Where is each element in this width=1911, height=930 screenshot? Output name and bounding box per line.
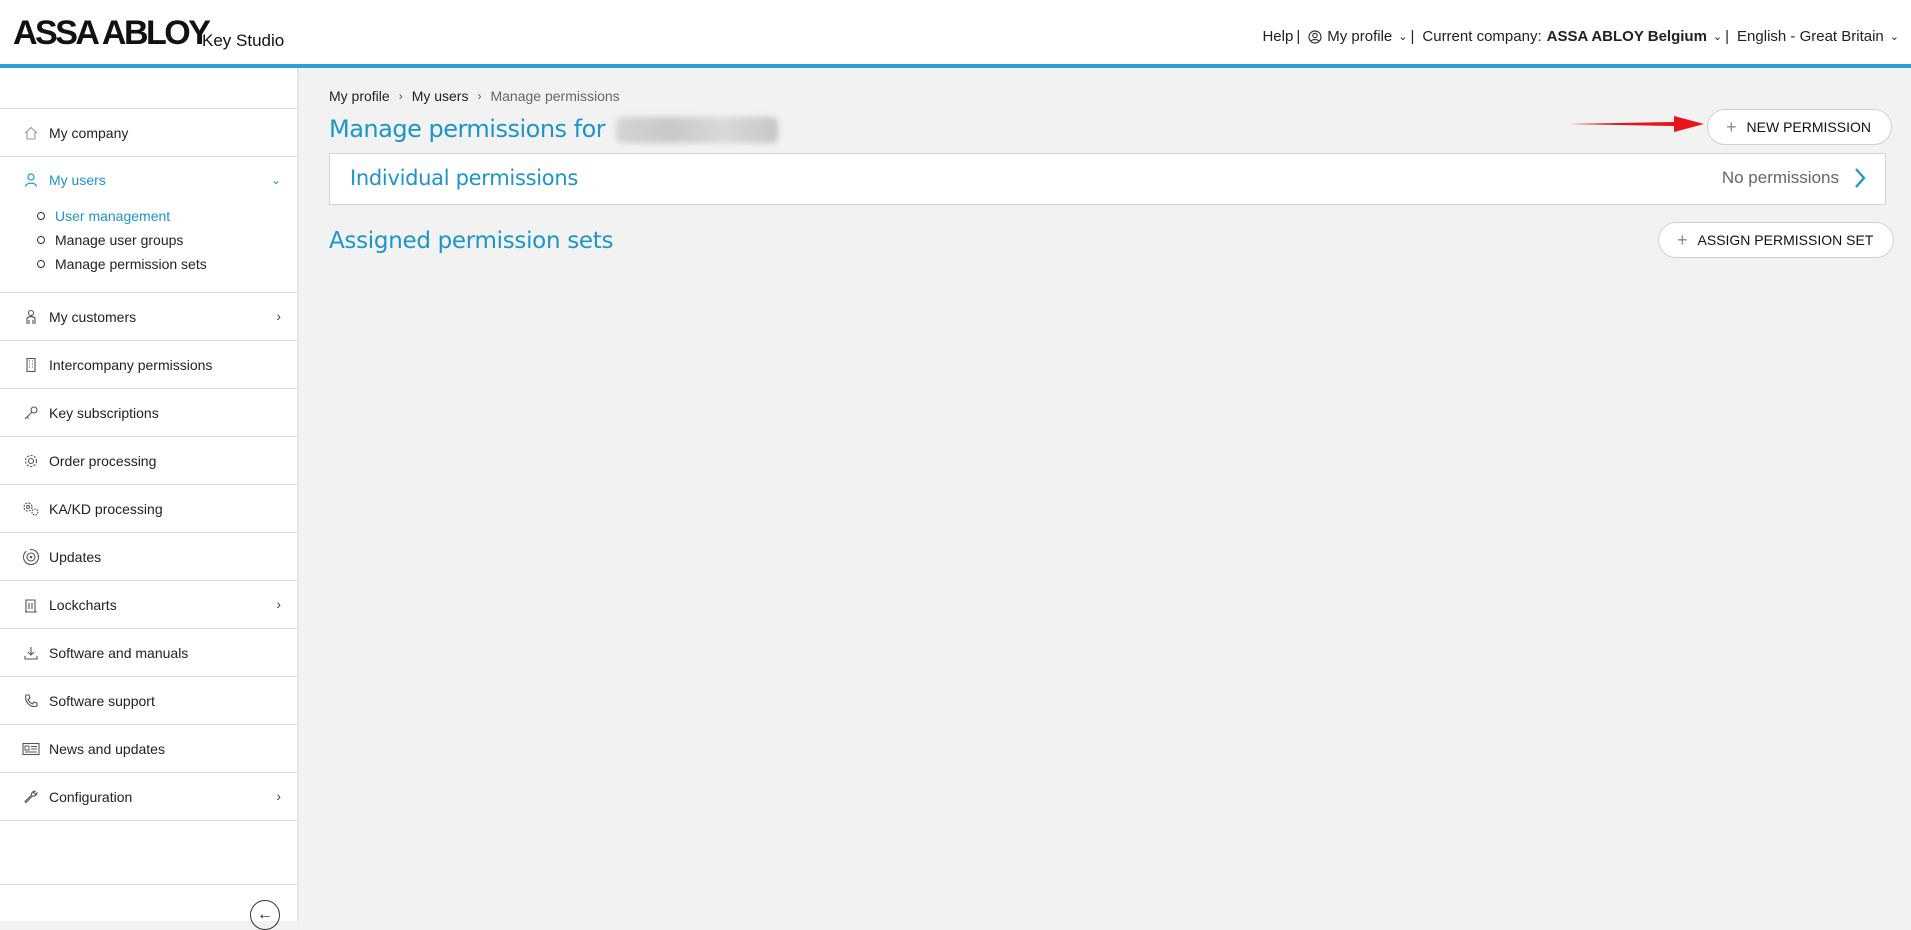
sidebar-item-key-subscriptions[interactable]: Key subscriptions	[0, 388, 297, 436]
gears-icon	[22, 500, 40, 518]
sidebar-item-label: My customers	[49, 308, 137, 325]
sidebar-item-label: News and updates	[49, 740, 165, 757]
sidebar-item-label: Intercompany permissions	[49, 356, 213, 373]
separator: |	[1296, 28, 1301, 45]
profile-circle-icon	[1308, 29, 1322, 44]
updates-icon	[22, 548, 40, 566]
sidebar-item-software-support[interactable]: Software support	[0, 676, 297, 724]
plus-icon: +	[1677, 229, 1688, 250]
arrow-left-icon: ←	[257, 906, 273, 923]
sidebar-item-news-and-updates[interactable]: News and updates	[0, 724, 297, 772]
home-icon	[22, 124, 40, 142]
sidebar: My company My users ⌄ User management Ma…	[0, 68, 299, 930]
sidebar-item-label: Order processing	[49, 452, 157, 469]
sidebar-item-label: Key subscriptions	[49, 404, 159, 421]
company-value: ASSA ABLOY Belgium	[1546, 28, 1707, 45]
top-navigation: Help | My profile ⌄ | Current company: A…	[1262, 28, 1899, 45]
assign-permission-set-label: ASSIGN PERMISSION SET	[1697, 232, 1874, 248]
chevron-right-icon: ›	[276, 788, 281, 804]
sidebar-item-lockcharts[interactable]: Lockcharts ›	[0, 580, 297, 628]
sidebar-item-my-company[interactable]: My company	[0, 108, 297, 156]
chevron-down-icon: ⌄	[1889, 31, 1899, 43]
chevron-right-icon: ›	[276, 308, 281, 324]
sidebar-item-updates[interactable]: Updates	[0, 532, 297, 580]
sidebar-item-label: My company	[49, 124, 129, 141]
sidebar-item-software-and-manuals[interactable]: Software and manuals	[0, 628, 297, 676]
phone-icon	[22, 692, 40, 710]
lockchart-icon	[22, 596, 40, 614]
separator: |	[1410, 28, 1415, 45]
wrench-icon	[22, 788, 40, 806]
sidebar-item-label: Software support	[49, 692, 155, 709]
chevron-right-icon: ›	[276, 596, 281, 612]
sidebar-item-label: Software and manuals	[49, 644, 189, 661]
building-icon	[22, 356, 40, 374]
sidebar-item-label: Configuration	[49, 788, 133, 805]
sidebar-item-my-users[interactable]: My users ⌄	[0, 156, 297, 202]
help-link[interactable]: Help	[1262, 28, 1293, 45]
breadcrumb-current: Manage permissions	[490, 88, 620, 104]
brand-logo[interactable]: ASSA ABLOY	[13, 14, 211, 53]
assigned-permission-sets-title: Assigned permission sets	[329, 228, 614, 254]
individual-permissions-panel[interactable]: Individual permissions No permissions	[329, 153, 1886, 205]
submenu-manage-user-groups[interactable]: Manage user groups	[49, 228, 207, 252]
chevron-down-icon: ⌄	[1712, 31, 1723, 43]
sidebar-item-order-processing[interactable]: Order processing	[0, 436, 297, 484]
sidebar-item-my-customers[interactable]: My customers ›	[0, 292, 297, 340]
annotation-arrow-icon	[1568, 116, 1704, 132]
language-selector[interactable]: English - Great Britain ⌄	[1737, 28, 1899, 45]
chevron-right-icon: ›	[477, 89, 482, 103]
collapse-sidebar-button[interactable]: ←	[250, 900, 280, 930]
sidebar-item-label: Updates	[49, 548, 102, 565]
product-name: Key Studio	[202, 31, 285, 50]
news-icon	[22, 740, 40, 758]
sidebar-item-label: My users	[49, 171, 106, 188]
my-users-submenu: User management Manage user groups Manag…	[49, 204, 207, 276]
sidebar-item-configuration[interactable]: Configuration ›	[0, 772, 297, 821]
sidebar-item-label: Lockcharts	[49, 596, 117, 613]
separator: |	[1725, 28, 1730, 45]
chevron-down-icon: ⌄	[270, 173, 281, 187]
sidebar-item-label: KA/KD processing	[49, 500, 163, 517]
my-profile-menu[interactable]: My profile ⌄	[1308, 28, 1407, 45]
chevron-right-icon: ›	[398, 89, 403, 103]
redacted-user-name	[616, 117, 779, 143]
breadcrumb: My profile › My users › Manage permissio…	[329, 88, 620, 104]
customer-icon	[22, 308, 40, 326]
sidebar-footer-divider	[0, 884, 297, 885]
new-permission-label: NEW PERMISSION	[1746, 119, 1871, 135]
sidebar-item-intercompany-permissions[interactable]: Intercompany permissions	[0, 340, 297, 388]
breadcrumb-my-profile[interactable]: My profile	[329, 88, 390, 104]
assign-permission-set-button[interactable]: + ASSIGN PERMISSION SET	[1658, 222, 1895, 258]
plus-icon: +	[1726, 116, 1737, 137]
new-permission-button[interactable]: + NEW PERMISSION	[1707, 109, 1892, 145]
key-icon	[22, 404, 40, 422]
download-icon	[22, 644, 40, 662]
breadcrumb-my-users[interactable]: My users	[412, 88, 469, 104]
individual-permissions-status: No permissions	[1721, 168, 1839, 187]
company-selector[interactable]: Current company: ASSA ABLOY Belgium ⌄	[1422, 28, 1722, 45]
submenu-manage-permission-sets[interactable]: Manage permission sets	[49, 252, 207, 276]
company-label: Current company:	[1422, 28, 1542, 45]
sidebar-item-ka-kd-processing[interactable]: KA/KD processing	[0, 484, 297, 532]
submenu-user-management[interactable]: User management	[49, 204, 207, 228]
gear-icon	[22, 452, 40, 470]
page-title-text: Manage permissions for	[329, 115, 606, 143]
top-header: ASSA ABLOY Key Studio Help | My profile …	[0, 0, 1911, 68]
individual-permissions-title: Individual permissions	[350, 166, 578, 190]
page-title: Manage permissions for	[329, 115, 779, 143]
chevron-down-icon: ⌄	[1398, 31, 1408, 43]
chevron-right-icon	[1855, 168, 1866, 188]
user-icon	[22, 171, 40, 189]
